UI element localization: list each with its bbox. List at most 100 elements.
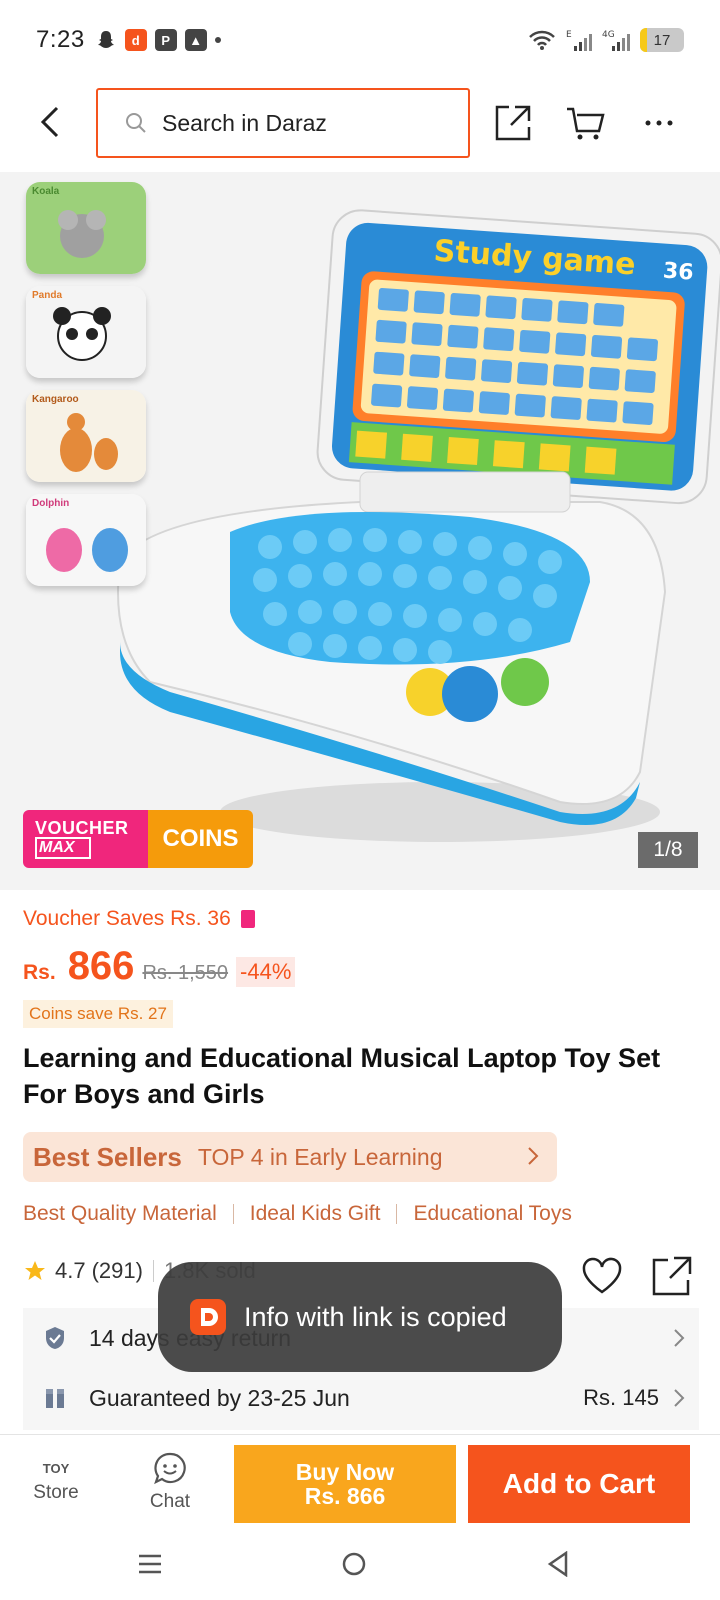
toast-text: Info with link is copied	[244, 1301, 507, 1332]
feature-tags: Best Quality Material Ideal Kids Gift Ed…	[23, 1202, 572, 1226]
notification-icons: d P ▲	[95, 29, 221, 51]
thumbnail-label: Kangaroo	[32, 394, 79, 405]
share-button[interactable]	[488, 98, 538, 148]
search-input[interactable]: Search in Daraz	[96, 88, 470, 158]
thumbnail-label: Koala	[32, 186, 60, 197]
best-sellers-rank: TOP 4 in Early Learning	[197, 1143, 443, 1170]
max-label: MAX	[35, 837, 91, 859]
toy-badge-number: 36	[662, 259, 694, 286]
thumbnail-kangaroo[interactable]: Kangaroo	[26, 390, 146, 482]
price-currency: Rs.	[23, 961, 56, 984]
voucher-saves-text: Voucher Saves Rs. 36	[23, 907, 231, 930]
recent-apps-button[interactable]	[128, 1542, 172, 1586]
cart-button[interactable]	[560, 98, 610, 148]
parking-app-icon: P	[154, 29, 177, 51]
home-button[interactable]	[332, 1542, 376, 1586]
wifi-icon	[529, 30, 555, 50]
delivery-box-icon	[46, 1389, 64, 1408]
copied-toast: Info with link is copied	[158, 1262, 562, 1372]
share-icon	[495, 105, 531, 141]
daraz-logo-icon	[190, 1299, 226, 1335]
back-button[interactable]	[30, 100, 70, 144]
battery-level: 17	[653, 31, 671, 49]
battery-fill	[640, 28, 648, 52]
chevron-right-icon	[674, 1329, 685, 1347]
top-header: Search in Daraz	[0, 80, 720, 170]
wishlist-button[interactable]	[580, 1254, 624, 1298]
tag-divider	[232, 1204, 234, 1224]
coins-save-badge: Coins save Rs. 27	[23, 1000, 173, 1028]
status-right: E 4G 17	[528, 28, 684, 52]
product-title: Learning and Educational Musical Laptop …	[23, 1043, 661, 1109]
voucher-check-icon	[240, 910, 255, 928]
search-icon	[126, 113, 146, 133]
back-arrow-icon	[40, 106, 59, 138]
discount-badge: -44%	[236, 957, 296, 987]
share-icon	[652, 1256, 692, 1296]
store-label: Store	[33, 1481, 79, 1503]
daraz-app-icon: d	[124, 29, 147, 51]
more-notifications-dot	[214, 37, 221, 43]
thumbnail-koala[interactable]: Koala	[26, 182, 146, 274]
menu-lines-icon	[139, 1554, 161, 1574]
cart-icon	[567, 107, 605, 140]
chat-icon	[154, 1452, 186, 1485]
best-sellers-title: Best Sellers	[33, 1141, 182, 1172]
review-count: (291)	[91, 1258, 143, 1283]
original-price: Rs. 1,550	[142, 962, 229, 984]
home-circle-icon	[342, 1552, 366, 1576]
voucher-max-coins-badge: VOUCHER MAX COINS	[23, 810, 253, 868]
delivery-text: Guaranteed by 23-25 Jun	[89, 1384, 350, 1411]
chat-label: Chat	[149, 1491, 191, 1512]
more-options-button[interactable]	[634, 98, 684, 148]
snapchat-icon	[97, 31, 114, 48]
signal-4g-icon: 4G	[602, 30, 630, 51]
rating-divider	[152, 1260, 154, 1282]
daraz-d-icon	[201, 1308, 218, 1326]
buy-now-label: Buy Now	[295, 1459, 395, 1485]
feature-tag: Educational Toys	[413, 1202, 572, 1225]
signal-e-icon: E	[566, 30, 592, 51]
shield-check-icon	[46, 1327, 64, 1349]
price-row: Rs. 866 Rs. 1,550 -44%	[23, 944, 296, 989]
voucher-label: VOUCHER	[35, 818, 129, 838]
thumbnail-panda[interactable]: Panda	[26, 286, 146, 378]
buy-now-price: Rs. 866	[304, 1483, 386, 1509]
search-placeholder: Search in Daraz	[162, 109, 327, 136]
current-price: 866	[67, 944, 135, 988]
rating-value: 4.7	[55, 1258, 86, 1283]
buy-now-button[interactable]: Buy Now Rs. 866	[234, 1445, 456, 1523]
voucher-saves[interactable]: Voucher Saves Rs. 36	[23, 907, 255, 931]
delivery-fee: Rs. 145	[583, 1385, 659, 1410]
back-nav-button[interactable]	[536, 1542, 580, 1586]
tag-divider	[396, 1204, 398, 1224]
voucher-max-label: VOUCHER MAX	[23, 810, 148, 868]
feature-tag: Ideal Kids Gift	[249, 1202, 381, 1225]
status-bar: 7:23 d P ▲ E 4G 17	[0, 0, 720, 80]
thumbnail-label: Panda	[32, 290, 63, 301]
more-dots-icon	[645, 120, 673, 126]
thumbnail-label: Dolphin	[32, 498, 70, 509]
add-to-cart-button[interactable]: Add to Cart	[468, 1445, 690, 1523]
svg-text:4G: 4G	[602, 30, 615, 40]
product-image-gallery[interactable]: Study game 36 Koala Panda Kangaroo Dolph…	[0, 172, 720, 890]
coins-label: COINS	[148, 810, 253, 868]
image-counter: 1/8	[638, 832, 698, 868]
system-nav-bar	[0, 1528, 720, 1600]
heart-icon	[582, 1257, 622, 1294]
chevron-right-icon	[528, 1147, 539, 1165]
delivery-row[interactable]: Guaranteed by 23-25 Jun Rs. 145	[23, 1368, 699, 1428]
share-product-button[interactable]	[650, 1254, 694, 1298]
best-sellers-banner[interactable]: Best Sellers TOP 4 in Early Learning	[23, 1132, 557, 1182]
photo-app-icon: ▲	[184, 29, 207, 51]
star-icon	[25, 1261, 45, 1280]
store-button[interactable]: TOY Store	[6, 1435, 106, 1529]
thumbnail-dolphin[interactable]: Dolphin	[26, 494, 146, 586]
back-triangle-icon	[547, 1551, 568, 1577]
store-logo: TOY	[42, 1460, 70, 1476]
feature-tag: Best Quality Material	[23, 1202, 217, 1225]
bottom-action-bar: TOY Store Chat Buy Now Rs. 866 Add to Ca…	[0, 1434, 720, 1528]
chat-button[interactable]: Chat	[120, 1435, 220, 1529]
battery-indicator: 17	[640, 28, 684, 52]
status-time: 7:23	[36, 26, 85, 53]
